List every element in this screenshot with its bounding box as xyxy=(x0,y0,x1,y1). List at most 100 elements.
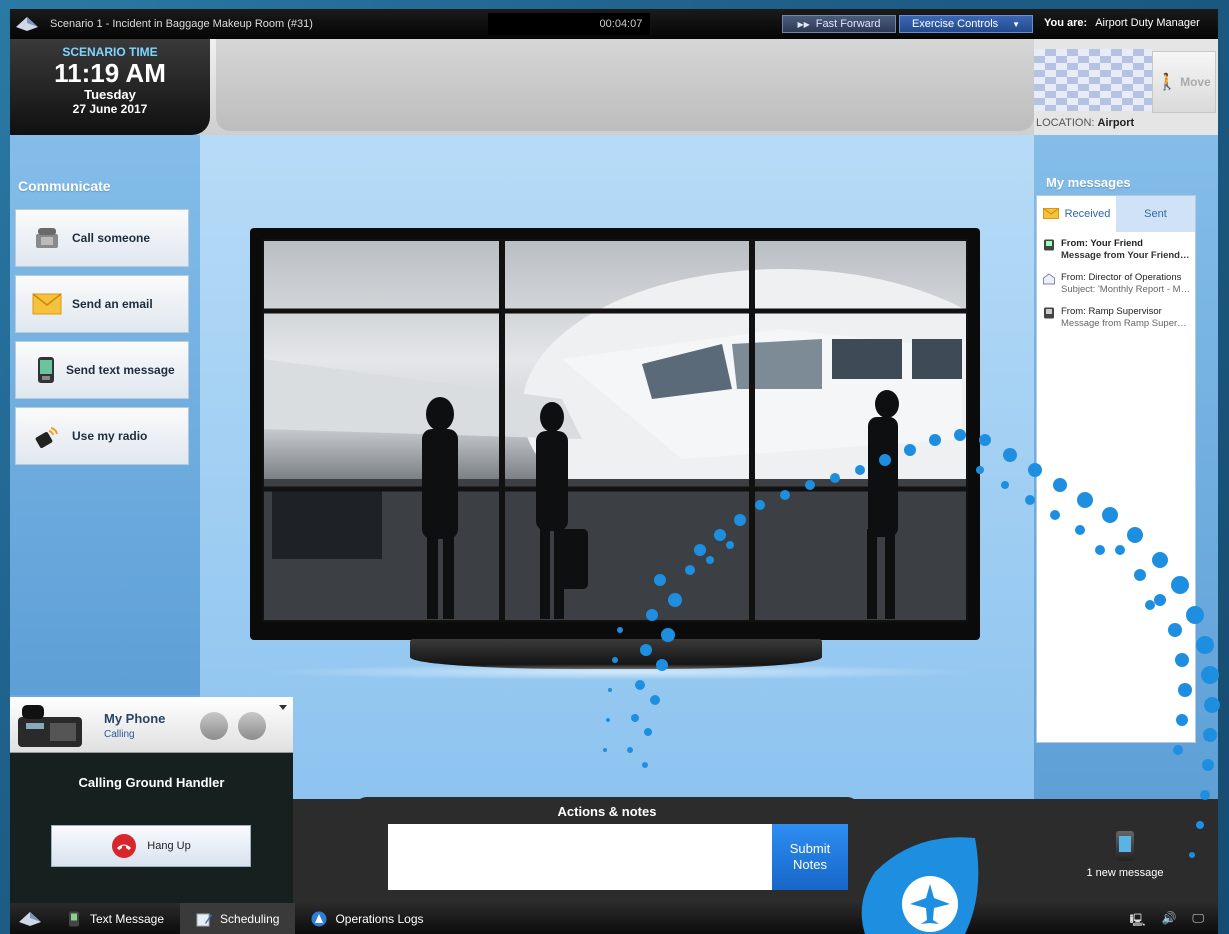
send-text-message-button[interactable]: Send text message xyxy=(15,341,189,399)
taskbar: Text Message Scheduling Operations Logs … xyxy=(10,903,1218,934)
elapsed-time-label: Elapsed time: xyxy=(514,18,586,30)
fast-forward-button[interactable]: ▶▶ Fast Forward xyxy=(782,15,896,33)
display-icon[interactable]: 🖵 xyxy=(1192,911,1204,932)
chevron-down-icon[interactable] xyxy=(279,705,287,710)
scenario-time-label: SCENARIO TIME xyxy=(62,45,158,59)
elapsed-time: Elapsed time: 00:04:07 xyxy=(488,13,650,35)
actions-notes-label: Actions & notes xyxy=(557,804,657,819)
taskbar-text-message[interactable]: Text Message xyxy=(50,903,180,934)
desk-phone-icon xyxy=(18,705,82,747)
tab-received-label: Received xyxy=(1064,207,1111,220)
messages-title: My messages xyxy=(1046,175,1131,190)
chevron-down-icon: ▼ xyxy=(1012,19,1021,29)
walking-person-icon: 🚶 xyxy=(1157,74,1178,91)
tab-received[interactable]: Received xyxy=(1037,196,1116,232)
tv-display xyxy=(250,228,980,640)
move-label: Move xyxy=(1180,75,1211,89)
message-subject: Message from Your Friend: We're... xyxy=(1061,250,1191,261)
message-item[interactable]: From: Ramp Supervisor Message from Ramp … xyxy=(1037,300,1195,334)
taskbar-text-message-label: Text Message xyxy=(90,911,165,926)
app-logo-icon xyxy=(16,17,38,31)
text-message-icon xyxy=(69,911,79,926)
envelope-icon xyxy=(32,290,62,318)
mobile-phone-icon xyxy=(36,356,56,384)
message-item[interactable]: From: Your Friend Message from Your Frie… xyxy=(1037,232,1195,266)
airplane-logo-icon xyxy=(861,837,979,934)
message-subject: Message from Ramp Supervisor:... xyxy=(1061,318,1191,329)
notes-input[interactable] xyxy=(388,824,772,890)
scenario-time-panel: SCENARIO TIME 11:19 AM Tuesday 27 June 2… xyxy=(10,39,210,135)
end-call-round-button[interactable] xyxy=(238,712,266,740)
use-radio-button[interactable]: Use my radio xyxy=(15,407,189,465)
new-message-label: 1 new message xyxy=(1086,867,1164,879)
role-indicator: You are: Airport Duty Manager xyxy=(1044,17,1200,29)
envelope-icon xyxy=(1042,208,1059,219)
fast-forward-icon: ▶▶ xyxy=(797,19,810,29)
scenario-date: 27 June 2017 xyxy=(72,102,148,116)
send-email-label: Send an email xyxy=(72,297,153,311)
exercise-controls-label: Exercise Controls xyxy=(911,18,999,30)
location-value: Airport xyxy=(1097,117,1135,129)
move-button[interactable]: 🚶 Move xyxy=(1152,51,1216,113)
simulation-window: Scenario 1 - Incident in Baggage Makeup … xyxy=(10,9,1218,934)
call-someone-button[interactable]: Call someone xyxy=(15,209,189,267)
communicate-title: Communicate xyxy=(18,178,111,194)
my-phone-header: My Phone Calling xyxy=(10,697,293,753)
messages-tabs: Received Sent xyxy=(1037,196,1195,232)
message-item[interactable]: From: Director of Operations Subject: 'M… xyxy=(1037,266,1195,300)
call-someone-label: Call someone xyxy=(72,231,151,245)
my-phone-title: My Phone xyxy=(104,711,166,726)
scenario-day: Tuesday xyxy=(84,87,136,102)
hang-up-label: Hang Up xyxy=(147,840,191,852)
use-radio-label: Use my radio xyxy=(72,429,148,443)
header-center-panel xyxy=(216,39,1034,131)
answer-call-button[interactable] xyxy=(200,712,228,740)
airport-scene-illustration xyxy=(262,239,968,622)
taskbar-scheduling-label: Scheduling xyxy=(220,911,280,926)
message-from: From: Ramp Supervisor xyxy=(1061,306,1162,317)
scenario-time-value: 11:19 AM xyxy=(54,58,166,88)
radio-icon xyxy=(32,422,62,450)
airport-scene-image xyxy=(262,239,968,622)
location-floor-image xyxy=(1034,49,1152,111)
mobile-phone-icon xyxy=(1116,831,1134,861)
operations-logs-icon xyxy=(311,911,327,926)
speaker-icon[interactable]: 🔊 xyxy=(1161,911,1176,932)
exercise-controls-dropdown[interactable]: Exercise Controls ▼ xyxy=(899,15,1033,33)
location-panel: 🚶 Move LOCATION: Airport xyxy=(1034,39,1218,135)
text-message-icon xyxy=(1044,239,1054,251)
submit-notes-button[interactable]: Submit Notes xyxy=(772,824,848,890)
hang-up-button[interactable]: Hang Up xyxy=(51,825,251,867)
app-logo-icon xyxy=(19,911,41,926)
fast-forward-label: Fast Forward xyxy=(815,18,881,30)
scenario-title: Scenario 1 - Incident in Baggage Makeup … xyxy=(50,18,313,30)
elapsed-time-value: 00:04:07 xyxy=(599,18,643,30)
role-label: You are: xyxy=(1044,17,1088,29)
system-tray: 🖳 🔊 🖵 xyxy=(1129,911,1204,932)
message-from: From: Director of Operations xyxy=(1061,272,1182,283)
new-message-notification[interactable]: 1 new message xyxy=(1050,831,1200,879)
tab-sent-label: Sent xyxy=(1144,208,1167,220)
start-button[interactable] xyxy=(10,911,50,926)
desk-phone-icon xyxy=(32,224,62,252)
hang-up-icon xyxy=(112,834,137,858)
messages-list-box: Received Sent From: Your Friend Message … xyxy=(1036,195,1196,743)
location-text: LOCATION: Airport xyxy=(1036,117,1134,129)
calling-status-text: Calling Ground Handler xyxy=(78,775,225,790)
tab-sent[interactable]: Sent xyxy=(1116,196,1195,232)
send-text-message-label: Send text message xyxy=(66,363,175,377)
my-phone-status: Calling xyxy=(104,729,135,740)
scheduling-icon xyxy=(196,913,213,926)
text-message-icon xyxy=(1044,307,1054,319)
location-label: LOCATION: xyxy=(1036,117,1095,129)
tv-reflection xyxy=(260,664,980,680)
send-email-button[interactable]: Send an email xyxy=(15,275,189,333)
message-from: From: Your Friend xyxy=(1061,238,1143,249)
message-subject: Subject: 'Monthly Report - Missin... xyxy=(1061,284,1191,295)
taskbar-scheduling[interactable]: Scheduling xyxy=(180,903,296,934)
taskbar-operations-logs[interactable]: Operations Logs xyxy=(295,903,439,934)
network-icon[interactable]: 🖳 xyxy=(1129,911,1145,932)
open-envelope-icon xyxy=(1043,273,1055,285)
role-value: Airport Duty Manager xyxy=(1095,17,1200,29)
taskbar-operations-logs-label: Operations Logs xyxy=(335,911,424,926)
